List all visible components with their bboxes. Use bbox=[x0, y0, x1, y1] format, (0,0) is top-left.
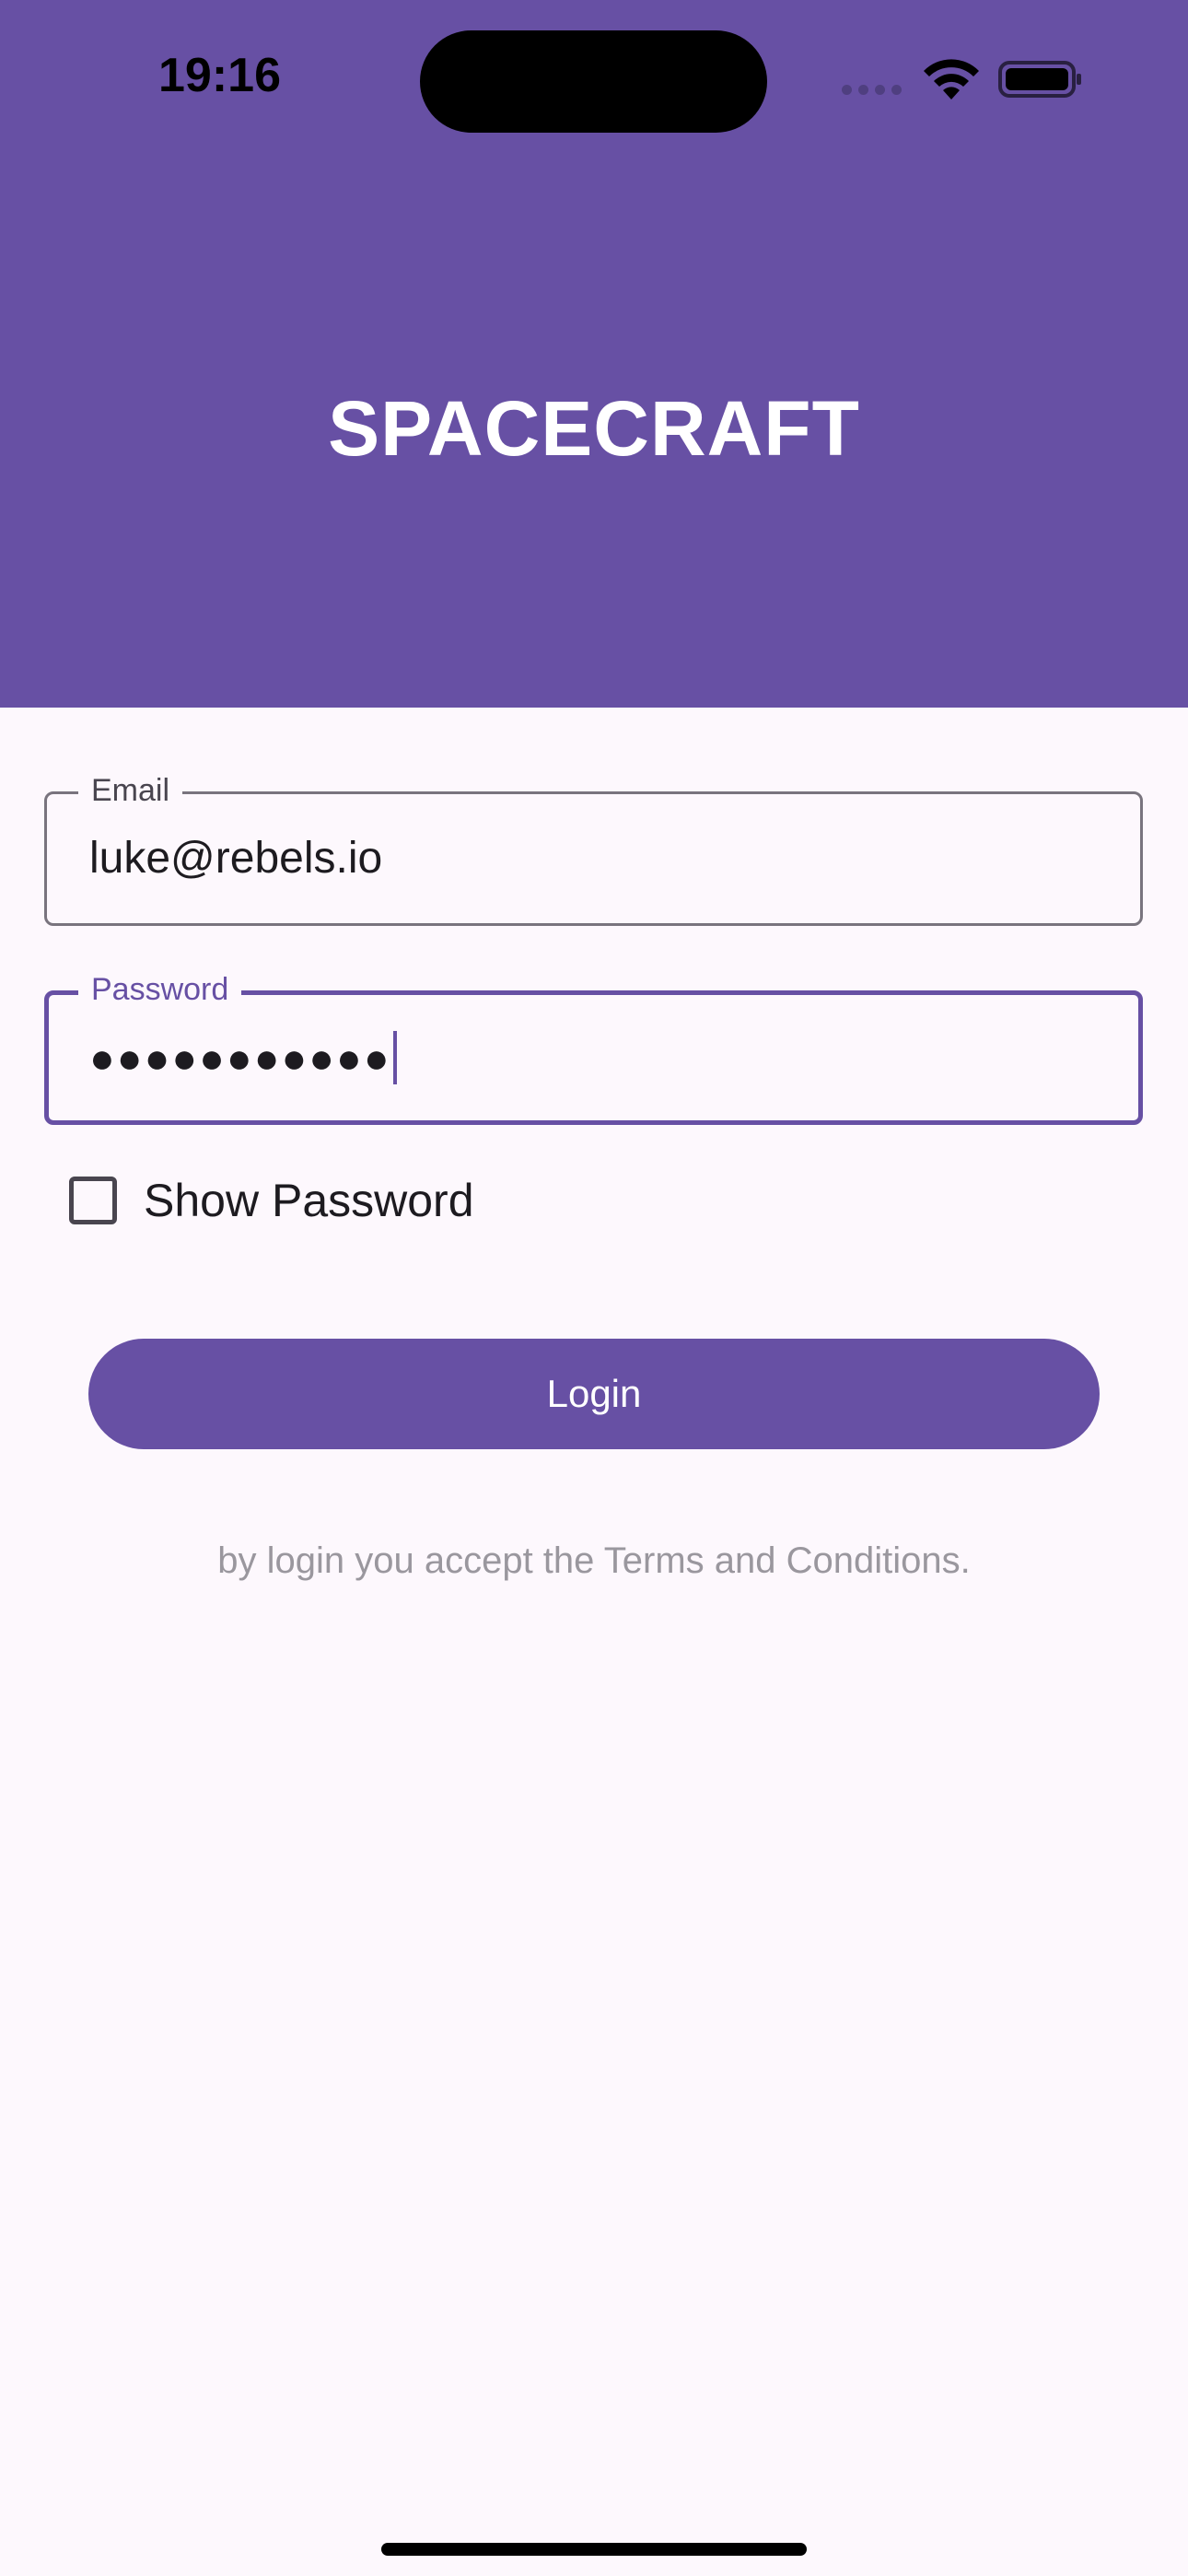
cellular-signal-icon bbox=[842, 85, 906, 96]
show-password-label[interactable]: Show Password bbox=[144, 1172, 474, 1229]
email-field[interactable]: Email luke@rebels.io bbox=[44, 770, 1143, 926]
password-value: ●●●●●●●●●●● bbox=[89, 1030, 397, 1085]
show-password-checkbox[interactable] bbox=[69, 1177, 117, 1224]
email-label: Email bbox=[78, 770, 183, 811]
home-indicator bbox=[381, 2543, 807, 2556]
status-time: 19:16 bbox=[158, 49, 281, 102]
email-value: luke@rebels.io bbox=[89, 834, 383, 883]
password-dots: ●●●●●●●●●●● bbox=[89, 1034, 391, 1082]
terms-text: by login you accept the Terms and Condit… bbox=[217, 1540, 971, 1581]
battery-icon bbox=[998, 61, 1081, 98]
wifi-icon bbox=[924, 59, 979, 100]
dynamic-island bbox=[420, 30, 767, 133]
app-header: 19:16 SPACECRAFT bbox=[0, 0, 1188, 708]
password-field[interactable]: Password ●●●●●●●●●●● bbox=[44, 969, 1143, 1125]
app-title: SPACECRAFT bbox=[328, 385, 860, 472]
login-button[interactable]: Login bbox=[88, 1339, 1100, 1449]
text-caret bbox=[392, 1030, 397, 1084]
password-label: Password bbox=[78, 969, 242, 1010]
